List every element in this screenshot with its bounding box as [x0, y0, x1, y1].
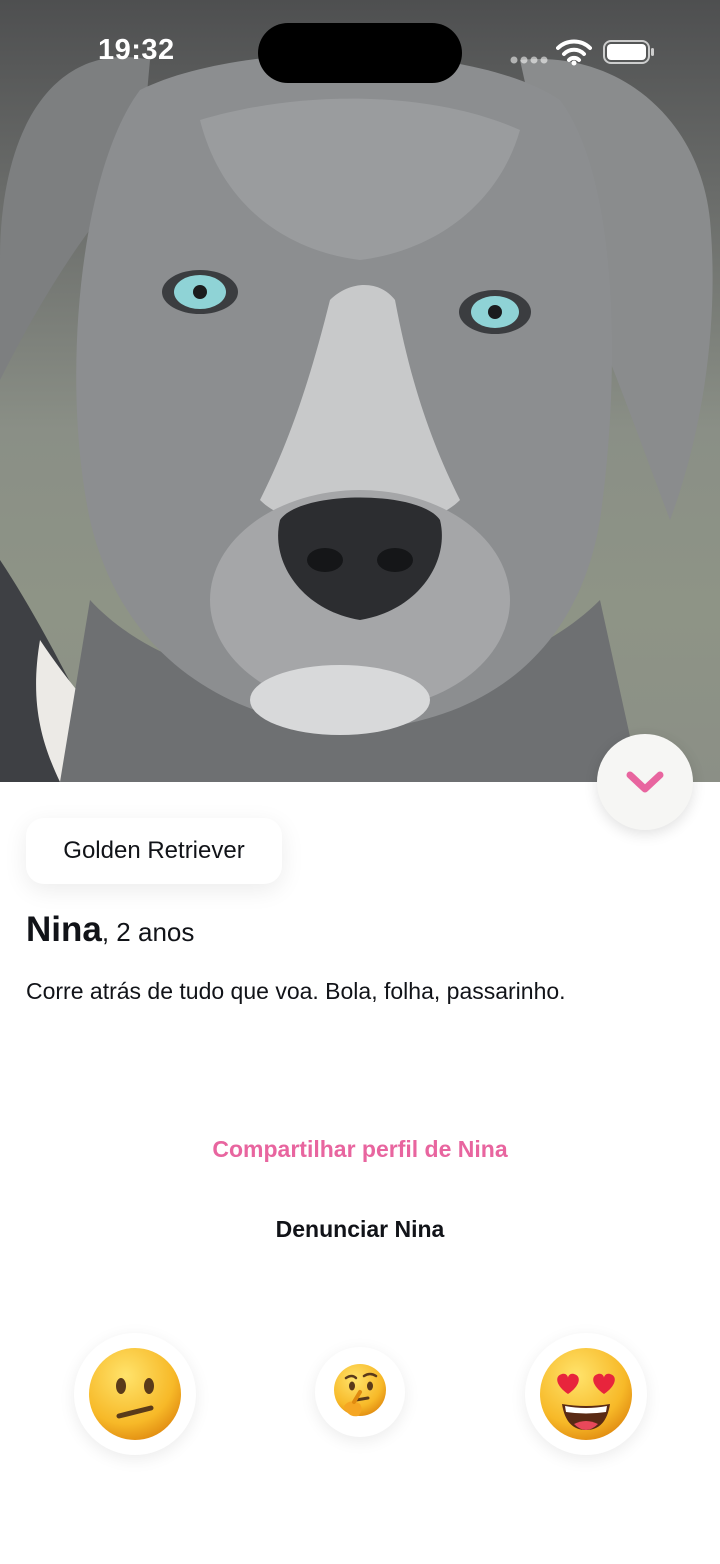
confused-face-icon — [89, 1348, 181, 1440]
reaction-confused-button[interactable] — [74, 1333, 196, 1455]
battery-icon — [603, 40, 654, 64]
wifi-icon — [556, 39, 592, 66]
pet-name-age: Nina, 2 anos — [26, 910, 194, 950]
pet-age: , 2 anos — [101, 917, 195, 947]
heart-eyes-face-icon — [540, 1348, 632, 1440]
reaction-love-button[interactable] — [525, 1333, 647, 1455]
breed-chip: Golden Retriever — [26, 818, 282, 884]
status-time: 19:32 — [98, 34, 175, 66]
status-bar: 19:32 — [0, 0, 720, 100]
pet-name: Nina — [26, 910, 102, 949]
collapse-button[interactable] — [597, 734, 693, 830]
reaction-thinking-button[interactable] — [315, 1347, 405, 1437]
report-button[interactable]: Denunciar Nina — [0, 1216, 720, 1243]
share-profile-button[interactable]: Compartilhar perfil de Nina — [0, 1136, 720, 1163]
chevron-down-icon — [626, 771, 664, 793]
thinking-face-icon — [334, 1364, 386, 1417]
pet-photo[interactable] — [0, 0, 720, 782]
dynamic-island — [258, 23, 462, 83]
pet-bio: Corre atrás de tudo que voa. Bola, folha… — [26, 978, 566, 1004]
signal-icon — [510, 56, 548, 64]
dog-illustration — [0, 53, 713, 782]
